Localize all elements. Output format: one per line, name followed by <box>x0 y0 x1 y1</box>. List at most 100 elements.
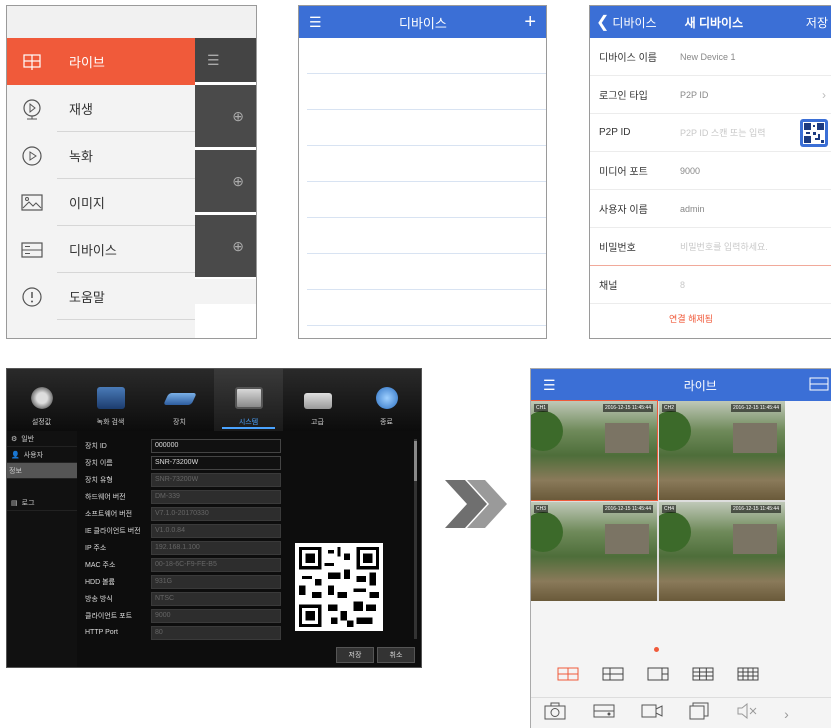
device-id-input[interactable]: 000000 <box>151 438 281 453</box>
field-login-type[interactable]: 로그인 타입 P2P ID › <box>590 76 831 114</box>
qr-scan-icon[interactable] <box>800 119 828 147</box>
chevron-left-icon: ❮ <box>596 14 610 31</box>
list-item[interactable] <box>307 74 546 110</box>
cancel-button[interactable]: 취소 <box>377 647 415 663</box>
list-item[interactable] <box>307 146 546 182</box>
field-media-port[interactable]: 미디어 포트 9000 <box>590 152 831 190</box>
tab-label: 설정값 <box>31 419 52 426</box>
record-device-icon[interactable] <box>593 703 615 724</box>
menu-item-playback[interactable]: 재생 <box>7 85 195 132</box>
scroll-thumb[interactable] <box>414 441 417 481</box>
left-item-general[interactable]: ⚙ 일반 <box>7 431 77 447</box>
info-value: 00-18-6C-F9-FE-B5 <box>151 557 281 572</box>
menu-item-image[interactable]: 이미지 <box>7 179 195 226</box>
live-header: ☰ 라이브 <box>531 369 831 401</box>
new-device-panel: ❮ 디바이스 새 디바이스 저장 디바이스 이름 New Device 1 로그인… <box>589 5 831 339</box>
info-row: IE 클라이언트 버전 V1.0.0.84 <box>85 522 413 539</box>
hamburger-icon[interactable]: ☰ <box>195 38 256 82</box>
field-value[interactable]: P2P ID <box>680 90 708 100</box>
tab-device[interactable]: 장치 <box>145 369 214 431</box>
dvr-left-menu: ⚙ 일반 👤 사용자 정보 ▤ 로그 <box>7 431 77 667</box>
gear-icon: ⚙ <box>11 435 18 443</box>
menu-item-device[interactable]: 디바이스 <box>7 226 195 273</box>
field-value[interactable]: admin <box>680 204 705 214</box>
scene-tree <box>531 411 563 451</box>
camera-grid: CH1 2016-12-15 11:45:44 CH2 2016-12-15 1… <box>531 400 785 601</box>
tab-system[interactable]: 시스템 <box>214 369 283 431</box>
layout-16-icon[interactable] <box>737 667 759 686</box>
field-device-name[interactable]: 디바이스 이름 New Device 1 <box>590 38 831 76</box>
video-record-icon[interactable] <box>641 703 663 724</box>
tab-label: 녹화 검색 <box>96 419 125 426</box>
live-preview-strip: ☰ ⊕ ⊕ ⊕ <box>195 38 256 338</box>
new-device-header: ❮ 디바이스 새 디바이스 저장 <box>590 6 831 38</box>
dvr-device-icon[interactable] <box>809 377 829 394</box>
field-value[interactable]: 8 <box>680 280 685 290</box>
mute-icon[interactable] <box>736 702 758 724</box>
add-camera-slot[interactable]: ⊕ <box>195 150 256 212</box>
left-item-label: 사용자 <box>23 451 44 459</box>
tab-settings[interactable]: 설정값 <box>7 369 76 431</box>
info-value: DM-339 <box>151 489 281 504</box>
p2p-id-input[interactable]: P2P ID 스캔 또는 입력 <box>680 126 766 139</box>
left-item-user[interactable]: 👤 사용자 <box>7 447 77 463</box>
device-name-input[interactable]: SNR-73200W <box>151 455 281 470</box>
layout-selector <box>531 667 785 686</box>
layout-6-icon[interactable] <box>602 667 624 686</box>
hamburger-icon[interactable]: ☰ <box>543 377 556 394</box>
list-item[interactable] <box>307 110 546 146</box>
field-password[interactable]: 비밀번호 비밀번호를 입력하세요. <box>590 228 831 266</box>
list-item[interactable] <box>307 182 546 218</box>
menu-item-record[interactable]: 녹화 <box>7 132 195 179</box>
field-username[interactable]: 사용자 이름 admin <box>590 190 831 228</box>
divider <box>195 279 256 304</box>
info-label: 장치 ID <box>85 442 107 450</box>
add-icon[interactable]: + <box>524 11 536 34</box>
field-value[interactable]: 9000 <box>680 166 700 176</box>
gallery-icon[interactable] <box>689 702 709 725</box>
save-button[interactable]: 저장 <box>806 14 828 31</box>
menu-item-help[interactable]: 도움말 <box>7 273 195 320</box>
left-item-info[interactable]: 정보 <box>7 463 77 479</box>
chevron-right-icon[interactable]: › <box>784 706 789 722</box>
list-item[interactable] <box>307 254 546 290</box>
camera-tile[interactable]: CH1 2016-12-15 11:45:44 <box>531 400 658 501</box>
image-icon <box>7 193 57 213</box>
save-button[interactable]: 저장 <box>336 647 374 663</box>
tab-label: 장치 <box>173 419 186 426</box>
camera-tile[interactable]: CH4 2016-12-15 11:45:44 <box>659 502 785 601</box>
tab-record-search[interactable]: 녹화 검색 <box>76 369 145 431</box>
menu-label: 이미지 <box>69 196 105 211</box>
field-channel[interactable]: 채널 8 <box>590 266 831 304</box>
left-item-log[interactable]: ▤ 로그 <box>7 495 77 511</box>
list-item[interactable] <box>307 290 546 326</box>
menu-item-live[interactable]: 라이브 <box>7 38 195 85</box>
timestamp: 2016-12-15 11:45:44 <box>730 505 781 513</box>
add-camera-slot[interactable]: ⊕ <box>195 215 256 277</box>
layout-4-icon[interactable] <box>557 667 579 686</box>
side-menu: 라이브 재생 녹화 이미지 디바이스 도움말 <box>7 38 195 338</box>
field-value[interactable]: New Device 1 <box>680 52 736 62</box>
layout-8-icon[interactable] <box>647 667 669 686</box>
info-label: IE 클라이언트 버전 <box>85 527 141 535</box>
info-row: 장치 이름 SNR-73200W <box>85 454 413 471</box>
list-item[interactable] <box>307 218 546 254</box>
field-p2p-id[interactable]: P2P ID P2P ID 스캔 또는 입력 <box>590 114 831 152</box>
list-item[interactable] <box>307 38 546 74</box>
info-value: V7.1.0-20170330 <box>151 506 281 521</box>
tab-label: 시스템 <box>238 419 259 426</box>
camera-tile[interactable]: CH2 2016-12-15 11:45:44 <box>659 401 785 500</box>
tab-advanced[interactable]: 고급 <box>283 369 352 431</box>
scrollbar[interactable] <box>414 439 417 639</box>
info-value: 80 <box>151 625 281 640</box>
add-camera-slot[interactable]: ⊕ <box>195 85 256 147</box>
info-label: 장치 유형 <box>85 476 113 484</box>
info-row: 소프트웨어 버전 V7.1.0-20170330 <box>85 505 413 522</box>
password-input[interactable]: 비밀번호를 입력하세요. <box>680 240 768 253</box>
tab-exit[interactable]: 종료 <box>352 369 421 431</box>
back-button[interactable]: ❮ 디바이스 <box>590 12 657 32</box>
layout-9-icon[interactable] <box>692 667 714 686</box>
hamburger-icon[interactable]: ☰ <box>309 14 322 31</box>
camera-snapshot-icon[interactable] <box>544 702 566 725</box>
camera-tile[interactable]: CH3 2016-12-15 11:45:44 <box>531 502 657 601</box>
